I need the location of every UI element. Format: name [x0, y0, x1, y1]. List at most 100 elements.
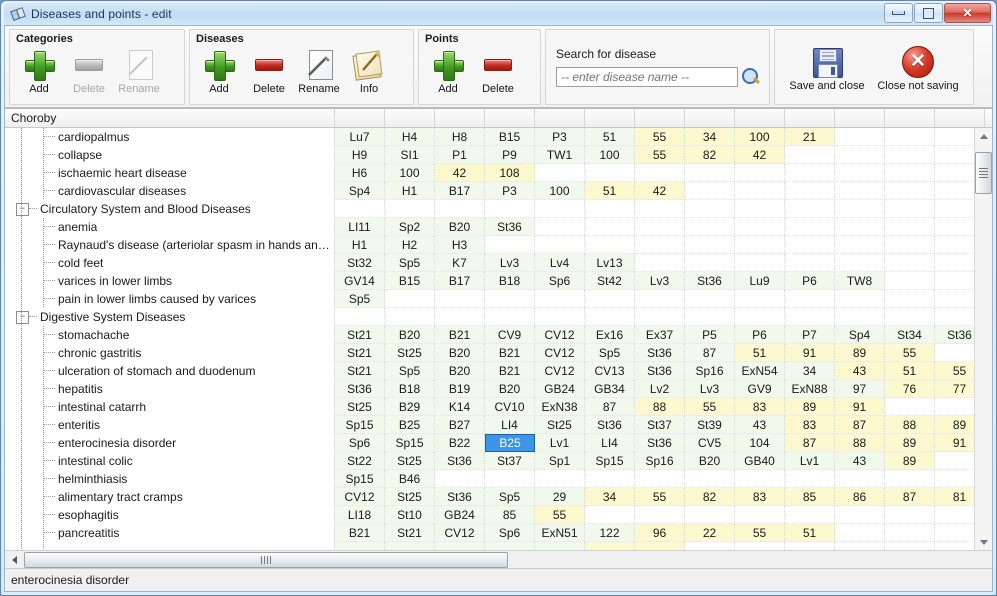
- grid-cell[interactable]: 34: [585, 488, 635, 506]
- grid-cell[interactable]: [685, 308, 735, 326]
- grid-cell[interactable]: [635, 164, 685, 182]
- grid-cell[interactable]: Sp6: [535, 272, 585, 290]
- table-row[interactable]: enterocinesia disorder Sp6 Sp15 B22 B25 Lv1 LI…: [5, 434, 974, 452]
- grid-cell[interactable]: [835, 182, 885, 200]
- grid-cell[interactable]: [785, 506, 835, 524]
- grid-cell[interactable]: [535, 308, 585, 326]
- grid-cell[interactable]: [735, 182, 785, 200]
- grid-cell[interactable]: [935, 308, 974, 326]
- grid-cell[interactable]: [835, 542, 885, 550]
- grid-cell[interactable]: [935, 398, 974, 416]
- grid-cell[interactable]: [735, 470, 785, 488]
- grid-cell[interactable]: Lv13: [585, 254, 635, 272]
- grid-cell[interactable]: St34: [885, 326, 935, 344]
- tree-node[interactable]: anemia: [5, 218, 335, 236]
- grid-cell[interactable]: Sp15: [335, 470, 385, 488]
- grid-cell[interactable]: H1: [335, 236, 385, 254]
- grid-cell[interactable]: P6: [785, 272, 835, 290]
- grid-cell[interactable]: 77: [935, 380, 974, 398]
- grid-cell[interactable]: St37: [485, 452, 535, 470]
- table-row[interactable]: − Circulatory System and Blood Diseases: [5, 200, 974, 218]
- grid-cell[interactable]: [785, 290, 835, 308]
- search-input[interactable]: [556, 67, 738, 87]
- grid-cell[interactable]: Lv1: [785, 452, 835, 470]
- grid-cell[interactable]: [935, 164, 974, 182]
- grid-cell[interactable]: Lv1: [535, 434, 585, 452]
- grid-cell[interactable]: St25: [335, 398, 385, 416]
- grid-cell[interactable]: St10: [385, 506, 435, 524]
- grid-cell[interactable]: 108: [485, 164, 535, 182]
- tree-node[interactable]: intestinal catarrh: [5, 398, 335, 416]
- grid-cell[interactable]: [685, 542, 735, 550]
- table-row[interactable]: chronic gastritis St21 St25 B20 B21 CV12 Sp5 St…: [5, 344, 974, 362]
- grid-cell[interactable]: [785, 146, 835, 164]
- grid-cell[interactable]: [785, 308, 835, 326]
- tree-collapse-icon[interactable]: −: [16, 310, 29, 324]
- grid-cell[interactable]: [685, 218, 735, 236]
- grid-cell[interactable]: [435, 308, 485, 326]
- grid-cell[interactable]: CV12: [335, 488, 385, 506]
- grid-cell[interactable]: 87: [785, 434, 835, 452]
- grid-cell[interactable]: B19: [435, 380, 485, 398]
- grid-cell[interactable]: St25: [535, 416, 585, 434]
- grid-column-header[interactable]: [385, 109, 435, 127]
- close-button[interactable]: ✕: [944, 3, 991, 23]
- grid-cell[interactable]: CV13: [585, 362, 635, 380]
- grid-cell[interactable]: St37: [635, 416, 685, 434]
- grid-cell[interactable]: B21: [485, 362, 535, 380]
- grid-cell[interactable]: CV10: [485, 398, 535, 416]
- grid-cell[interactable]: B21: [435, 326, 485, 344]
- grid-cell[interactable]: [385, 290, 435, 308]
- grid-cell[interactable]: [485, 470, 535, 488]
- grid-cell[interactable]: TW1: [535, 146, 585, 164]
- grid-cell[interactable]: P5: [685, 326, 735, 344]
- grid-cell[interactable]: Lv3: [485, 254, 535, 272]
- grid-cell[interactable]: 89: [885, 452, 935, 470]
- grid-cell[interactable]: [935, 146, 974, 164]
- grid-cell[interactable]: Sp1: [535, 452, 585, 470]
- grid-cell[interactable]: [435, 200, 485, 218]
- grid-cell[interactable]: 22: [685, 524, 735, 542]
- grid-cell[interactable]: [935, 182, 974, 200]
- grid-cell[interactable]: [735, 254, 785, 272]
- grid-cell[interactable]: [885, 542, 935, 550]
- grid-cell[interactable]: SI1: [385, 146, 435, 164]
- grid-cell[interactable]: [585, 506, 635, 524]
- tree-node[interactable]: cold feet: [5, 254, 335, 272]
- tree-node[interactable]: alimentary tract cramps: [5, 488, 335, 506]
- grid-cell[interactable]: [885, 272, 935, 290]
- vertical-scroll-thumb[interactable]: [975, 152, 992, 194]
- grid-cell[interactable]: K7: [435, 254, 485, 272]
- grid-cell[interactable]: [635, 470, 685, 488]
- grid-cell[interactable]: [685, 290, 735, 308]
- grid-cell[interactable]: [635, 236, 685, 254]
- grid-cell[interactable]: [785, 470, 835, 488]
- grid-cell[interactable]: Lv4: [535, 254, 585, 272]
- grid-cell[interactable]: [835, 200, 885, 218]
- grid-cell[interactable]: [835, 164, 885, 182]
- grid-cell[interactable]: [735, 200, 785, 218]
- grid-cell[interactable]: St21: [385, 524, 435, 542]
- grid-cell[interactable]: St36: [485, 218, 535, 236]
- grid-cell[interactable]: B20: [435, 362, 485, 380]
- grid-cell[interactable]: [835, 218, 885, 236]
- grid-cell[interactable]: [835, 506, 885, 524]
- table-row[interactable]: hepatitis St36 B18 B19 B20 GB24 GB34 Lv2 Lv3 GV9 E…: [5, 380, 974, 398]
- grid-cell[interactable]: St36: [435, 452, 485, 470]
- grid-cell[interactable]: 82: [685, 146, 735, 164]
- grid-cell[interactable]: [535, 164, 585, 182]
- grid-cell[interactable]: 86: [835, 488, 885, 506]
- grid-cell[interactable]: 55: [685, 398, 735, 416]
- grid-cell[interactable]: St36: [435, 488, 485, 506]
- grid-cell[interactable]: [885, 218, 935, 236]
- grid-column-header[interactable]: [535, 109, 585, 127]
- grid-cell[interactable]: B20: [685, 452, 735, 470]
- grid-cell[interactable]: St36: [635, 344, 685, 362]
- grid-cell[interactable]: 83: [735, 398, 785, 416]
- grid-cell[interactable]: K14: [435, 398, 485, 416]
- grid-cell[interactable]: 43: [835, 452, 885, 470]
- grid-cell[interactable]: [885, 254, 935, 272]
- grid-cell[interactable]: Sp4: [335, 182, 385, 200]
- grid-cell[interactable]: St36: [335, 380, 385, 398]
- grid-cell[interactable]: H8: [435, 128, 485, 146]
